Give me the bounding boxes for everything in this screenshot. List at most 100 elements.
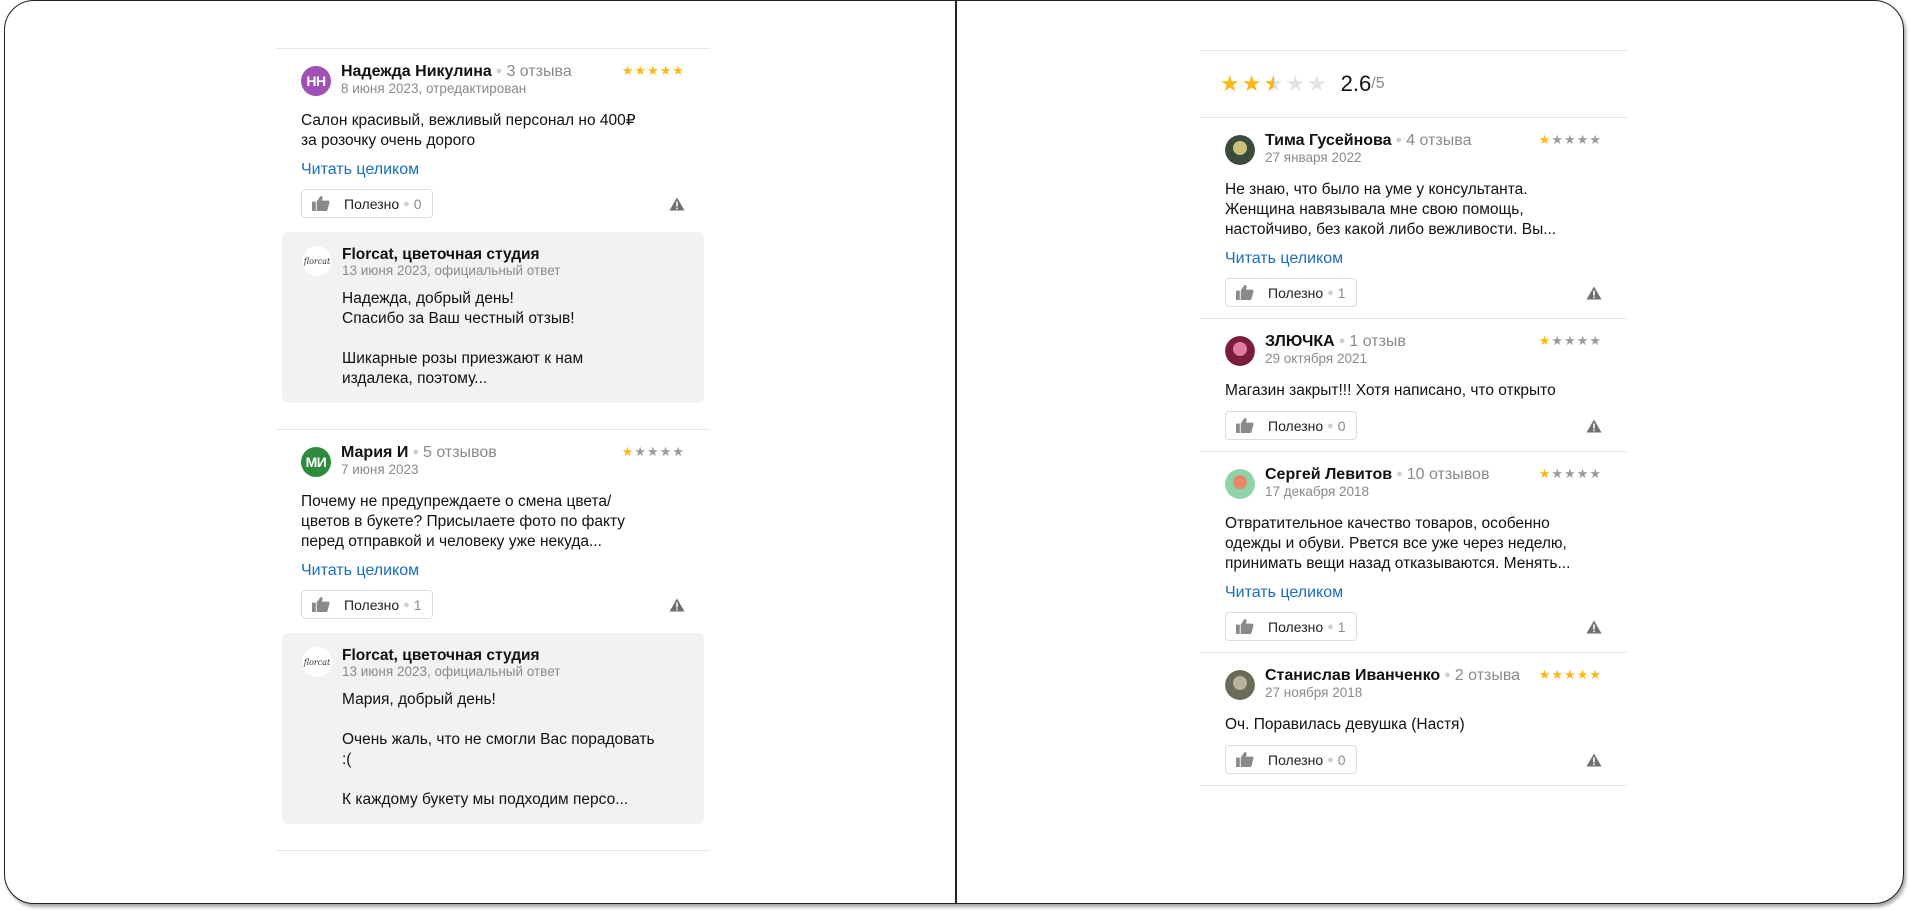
review-text: Оч. Поравилась девушка (Настя)	[1225, 716, 1465, 733]
warning-icon[interactable]	[1586, 753, 1602, 767]
official-reply: florcat Florcat, цветочная студия 13 июн…	[282, 633, 704, 824]
star-icon: ★	[1576, 333, 1590, 348]
warning-icon[interactable]	[1586, 419, 1602, 433]
star-icon: ★	[1564, 466, 1577, 481]
useful-button[interactable]: Полезно ● 0	[1225, 745, 1357, 774]
rating-stars: ★★★★★	[1539, 667, 1602, 683]
star-icon: ★	[634, 444, 648, 459]
useful-count: 1	[1337, 618, 1346, 635]
review-date: 27 ноября 2018	[1265, 685, 1363, 700]
author-name[interactable]: Тима Гусейнова	[1265, 132, 1392, 149]
star-icon: ★	[1564, 667, 1577, 682]
useful-count: 0	[1337, 751, 1346, 768]
star-icon: ★	[634, 63, 648, 78]
star-icon: ★	[1589, 132, 1602, 147]
thumbs-up-icon	[1236, 284, 1254, 301]
avatar[interactable]: НН	[301, 66, 331, 96]
separator-dot: ●	[1327, 419, 1334, 432]
rating-stars: ★★★★★	[1539, 466, 1602, 482]
review-text: Магазин закрыт!!! Хотя написано, что отк…	[1225, 382, 1556, 399]
business-logo: florcat	[302, 246, 332, 276]
useful-button[interactable]: Полезно ● 1	[1225, 612, 1357, 641]
review-text: Отвратительное качество товаров, особенн…	[1225, 515, 1571, 572]
author-name[interactable]: Надежда Никулина	[341, 63, 492, 80]
avatar[interactable]	[1225, 670, 1255, 700]
avatar[interactable]	[1225, 469, 1255, 499]
author-review-count: 5 отзывов	[422, 444, 497, 461]
star-icon: ★	[1538, 132, 1552, 147]
star-icon: ★	[647, 63, 660, 78]
author-name[interactable]: Сергей Левитов	[1265, 466, 1392, 483]
review-text: Не знаю, что было на уме у консультанта.…	[1225, 181, 1557, 238]
review-date: 8 июня 2023, отредактирован	[341, 81, 527, 96]
star-icon: ★	[1220, 71, 1242, 96]
rating-stars: ★★★★★	[1539, 333, 1602, 349]
thumbs-up-icon	[312, 195, 330, 212]
star-icon: ★	[1285, 71, 1307, 96]
review-card: ЗЛЮЧКА ● 1 отзыв 29 октября 2021 ★★★★★ Маг…	[1200, 319, 1627, 451]
avatar[interactable]	[1225, 135, 1255, 165]
separator-dot: ●	[412, 446, 419, 458]
useful-count: 0	[1337, 417, 1346, 434]
star-icon: ★	[1241, 71, 1264, 96]
separator	[1200, 785, 1627, 786]
avatar[interactable]	[1225, 336, 1255, 366]
avatar-photo-subject	[1233, 342, 1247, 356]
warning-icon[interactable]	[1586, 620, 1602, 634]
review-card: Тима Гусейнова ● 4 отзыва 27 января 2022 ★…	[1200, 118, 1627, 318]
read-more-link[interactable]: Читать целиком	[301, 161, 419, 179]
star-icon: ★	[1576, 667, 1590, 682]
thumbs-up-icon	[1236, 417, 1254, 434]
author-name[interactable]: Станислав Иванченко	[1265, 667, 1440, 684]
useful-button[interactable]: Полезно ● 1	[301, 590, 433, 619]
review-text: Салон красивый, вежливый персонал но 400…	[301, 112, 636, 149]
thumbs-up-icon	[1236, 751, 1254, 768]
star-icon: ★	[621, 63, 635, 78]
star-icon: ★	[621, 444, 635, 459]
overall-rating-max: /5	[1371, 75, 1385, 92]
read-more-link[interactable]: Читать целиком	[1225, 250, 1343, 268]
star-icon: ★	[1551, 667, 1565, 682]
useful-label: Полезно	[1268, 284, 1324, 301]
star-icon: ★	[1589, 667, 1602, 682]
author-review-count: 4 отзыва	[1406, 132, 1472, 149]
author-name[interactable]: Мария И	[341, 444, 408, 461]
separator-dot: ●	[1444, 669, 1451, 681]
rating-stars: ★★★★★	[622, 444, 685, 460]
author-review-count: 2 отзыва	[1454, 667, 1521, 684]
read-more-link[interactable]: Читать целиком	[1225, 584, 1343, 602]
read-more-link[interactable]: Читать целиком	[301, 562, 419, 580]
warning-icon[interactable]	[1586, 286, 1602, 300]
author-review-count: 10 отзывов	[1406, 466, 1490, 483]
review-text: Почему не предупреждаете о смена цвета/ …	[301, 493, 625, 550]
reply-business-name[interactable]: Florcat, цветочная студия	[342, 246, 560, 263]
star-icon: ★	[1538, 333, 1552, 348]
reply-text: Надежда, добрый день! Спасибо за Ваш чес…	[342, 290, 584, 387]
reply-date: 13 июня 2023, официальный ответ	[342, 664, 561, 679]
separator	[276, 850, 710, 851]
useful-label: Полезно	[344, 195, 400, 212]
official-reply: florcat Florcat, цветочная студия 13 июн…	[282, 232, 704, 403]
author-review-count: 3 отзыва	[506, 63, 572, 80]
warning-icon[interactable]	[669, 197, 685, 211]
review-card: НН Надежда Никулина ● 3 отзыва 8 июня 2023…	[276, 49, 710, 429]
star-icon: ★	[1263, 71, 1285, 97]
avatar-photo-subject	[1233, 475, 1247, 489]
useful-button[interactable]: Полезно ● 1	[1225, 278, 1357, 307]
right-review-panel: ★★★★★ 2.6/5 Тима Гусейнова●4 отзыва 27 я…	[1200, 50, 1627, 786]
star-icon: ★	[1576, 132, 1590, 147]
separator-dot: ●	[1338, 335, 1346, 347]
reply-business-name[interactable]: Florcat, цветочная студия	[342, 647, 560, 664]
avatar-photo-subject	[1233, 141, 1247, 155]
review-date: 27 января 2022	[1265, 150, 1362, 165]
rating-summary: ★★★★★ 2.6/5	[1200, 51, 1627, 117]
avatar[interactable]: МИ	[301, 447, 331, 477]
separator-dot: ●	[1327, 286, 1334, 299]
useful-button[interactable]: Полезно ● 0	[301, 189, 433, 218]
warning-icon[interactable]	[669, 598, 685, 612]
useful-button[interactable]: Полезно ● 0	[1225, 411, 1357, 440]
author-name[interactable]: ЗЛЮЧКА	[1265, 333, 1335, 350]
overall-rating-value: 2.6	[1340, 71, 1372, 96]
avatar-photo-subject	[1233, 676, 1247, 690]
left-review-panel: НН Надежда Никулина ● 3 отзыва 8 июня 2023…	[276, 48, 710, 851]
